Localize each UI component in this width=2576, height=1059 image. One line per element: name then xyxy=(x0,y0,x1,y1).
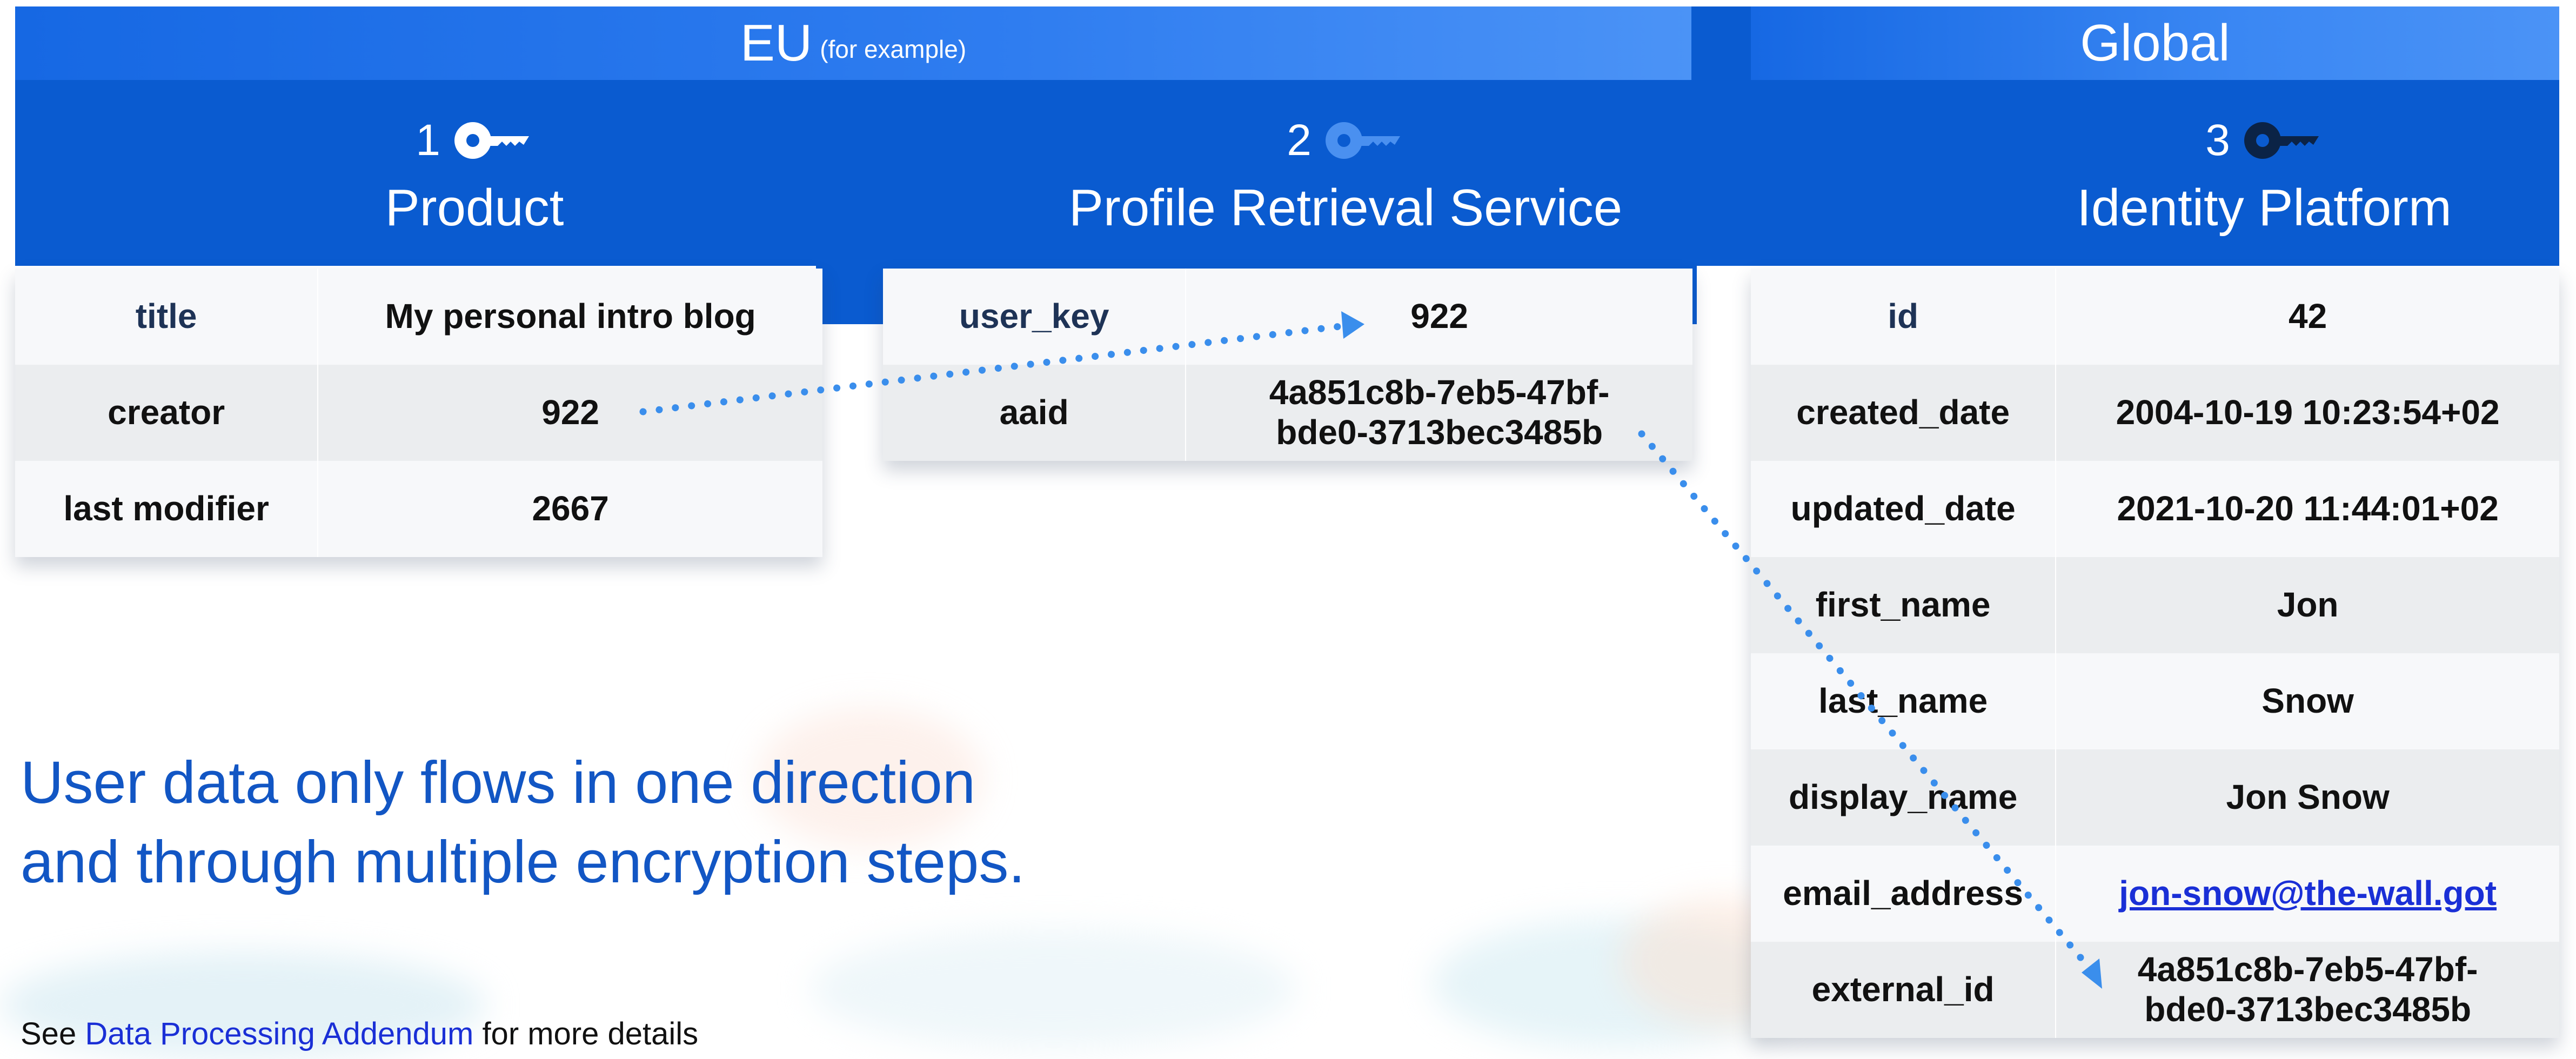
key-icon xyxy=(454,122,529,159)
footer-note: See Data Processing Addendum for more de… xyxy=(21,1016,698,1052)
table-row: email_address jon-snow@the-wall.got xyxy=(1751,846,2559,942)
field-value: Snow xyxy=(2261,681,2354,721)
service-header-identity-platform: 3 Identity Platform xyxy=(1805,108,2576,238)
field-key: last_name xyxy=(1751,653,2057,749)
field-key: last modifier xyxy=(15,461,319,557)
table-row: last modifier 2667 xyxy=(15,461,822,557)
service-name: Profile Retrieval Service xyxy=(1068,179,1623,237)
field-value: 922 xyxy=(541,393,600,432)
field-key: aaid xyxy=(883,365,1187,461)
service-number: 2 xyxy=(1287,116,1312,165)
value-line: bde0-3713bec3485b xyxy=(2144,990,2472,1029)
field-key: created_date xyxy=(1751,365,2057,461)
tagline: User data only flows in one direction an… xyxy=(21,743,1025,902)
value-line: 4a851c8b-7eb5-47bf- xyxy=(1269,373,1610,412)
table-row: created_date 2004-10-19 10:23:54+02 xyxy=(1751,365,2559,461)
eu-region-sublabel: (for example) xyxy=(820,35,967,63)
field-key: user_key xyxy=(883,269,1187,365)
value-line: 4a851c8b-7eb5-47bf- xyxy=(2137,950,2478,989)
field-value: Jon xyxy=(2277,585,2339,625)
service-name: Product xyxy=(385,179,564,237)
field-value: My personal intro blog xyxy=(385,297,756,336)
field-value: 42 xyxy=(2289,297,2327,336)
field-key: id xyxy=(1751,269,2057,365)
table-row: last_name Snow xyxy=(1751,653,2559,749)
eu-region-label: EU xyxy=(740,14,813,72)
footer-prefix: See xyxy=(21,1016,85,1051)
email-link[interactable]: jon-snow@the-wall.got xyxy=(2119,874,2497,914)
field-value: jon-snow@the-wall.got xyxy=(2056,846,2559,942)
field-key: updated_date xyxy=(1751,461,2057,557)
field-value: 2004-10-19 10:23:54+02 xyxy=(2116,393,2500,432)
field-value: 4a851c8b-7eb5-47bf- bde0-3713bec3485b xyxy=(2056,942,2559,1038)
global-region-label: Global xyxy=(2080,14,2230,72)
table-row: creator 922 xyxy=(15,365,822,461)
field-value: 4a851c8b-7eb5-47bf- bde0-3713bec3485b xyxy=(1186,365,1692,461)
key-icon xyxy=(2244,122,2319,159)
table-row: updated_date 2021-10-20 11:44:01+02 xyxy=(1751,461,2559,557)
field-value: 2667 xyxy=(532,489,609,528)
field-value: Jon Snow xyxy=(2226,778,2390,817)
service-header-profile-retrieval: 2 Profile Retrieval Service xyxy=(886,108,1805,238)
identity-platform-table: id 42 created_date 2004-10-19 10:23:54+0… xyxy=(1751,269,2559,1038)
service-name: Identity Platform xyxy=(2077,179,2452,237)
table-row: first_name Jon xyxy=(1751,557,2559,653)
service-number: 1 xyxy=(416,116,440,165)
profile-retrieval-table: user_key 922 aaid 4a851c8b-7eb5-47bf- bd… xyxy=(883,269,1692,461)
footer-suffix: for more details xyxy=(473,1016,699,1051)
field-key: creator xyxy=(15,365,319,461)
product-table: title My personal intro blog creator 922… xyxy=(15,269,822,557)
table-row: title My personal intro blog xyxy=(15,269,822,365)
field-key: first_name xyxy=(1751,557,2057,653)
eu-region-banner: EU (for example) xyxy=(15,6,1691,80)
key-icon xyxy=(1325,122,1400,159)
field-value: 2021-10-20 11:44:01+02 xyxy=(2117,489,2499,528)
tagline-line: and through multiple encryption steps. xyxy=(21,829,1025,895)
field-key: external_id xyxy=(1751,942,2057,1038)
service-number: 3 xyxy=(2205,116,2230,165)
field-key: email_address xyxy=(1751,846,2057,942)
field-key: display_name xyxy=(1751,749,2057,846)
table-row: display_name Jon Snow xyxy=(1751,749,2559,846)
tagline-line: User data only flows in one direction xyxy=(21,749,976,816)
field-key: title xyxy=(15,269,319,365)
field-value: 922 xyxy=(1410,297,1469,336)
table-row: id 42 xyxy=(1751,269,2559,365)
value-line: bde0-3713bec3485b xyxy=(1276,413,1603,452)
global-region-banner: Global xyxy=(1751,6,2559,80)
table-row: aaid 4a851c8b-7eb5-47bf- bde0-3713bec348… xyxy=(883,365,1692,461)
table-row: user_key 922 xyxy=(883,269,1692,365)
background-cloud xyxy=(811,929,1297,1048)
service-header-product: 1 Product xyxy=(15,108,934,238)
table-row: external_id 4a851c8b-7eb5-47bf- bde0-371… xyxy=(1751,942,2559,1038)
data-processing-addendum-link[interactable]: Data Processing Addendum xyxy=(85,1016,473,1051)
